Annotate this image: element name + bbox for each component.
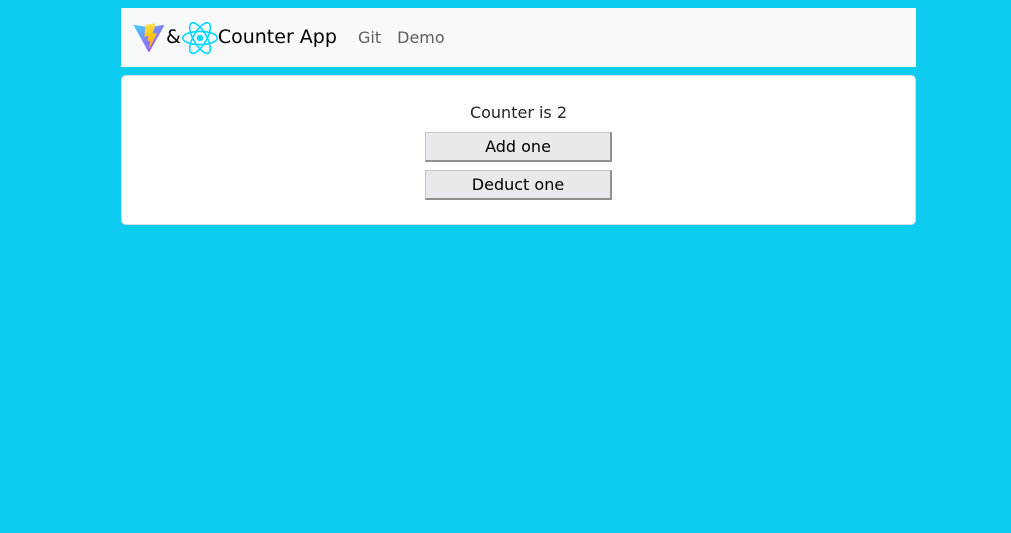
react-logo-icon [181, 21, 218, 55]
nav-link-demo[interactable]: Demo [397, 28, 445, 47]
nav-links: Git Demo [358, 8, 461, 67]
add-one-button[interactable]: Add one [425, 132, 612, 162]
brand-link[interactable]: & Counter App [133, 8, 337, 67]
deduct-one-button[interactable]: Deduct one [425, 170, 612, 200]
counter-display: Counter is 2 [469, 103, 568, 122]
brand-ampersand: & [166, 26, 181, 48]
counter-card: Counter is 2 Add one Deduct one [121, 75, 916, 225]
navbar: & Counter App Git Demo [121, 8, 916, 67]
app-title: Counter App [217, 26, 337, 48]
vite-logo-icon [133, 22, 165, 54]
nav-link-git[interactable]: Git [358, 28, 381, 47]
